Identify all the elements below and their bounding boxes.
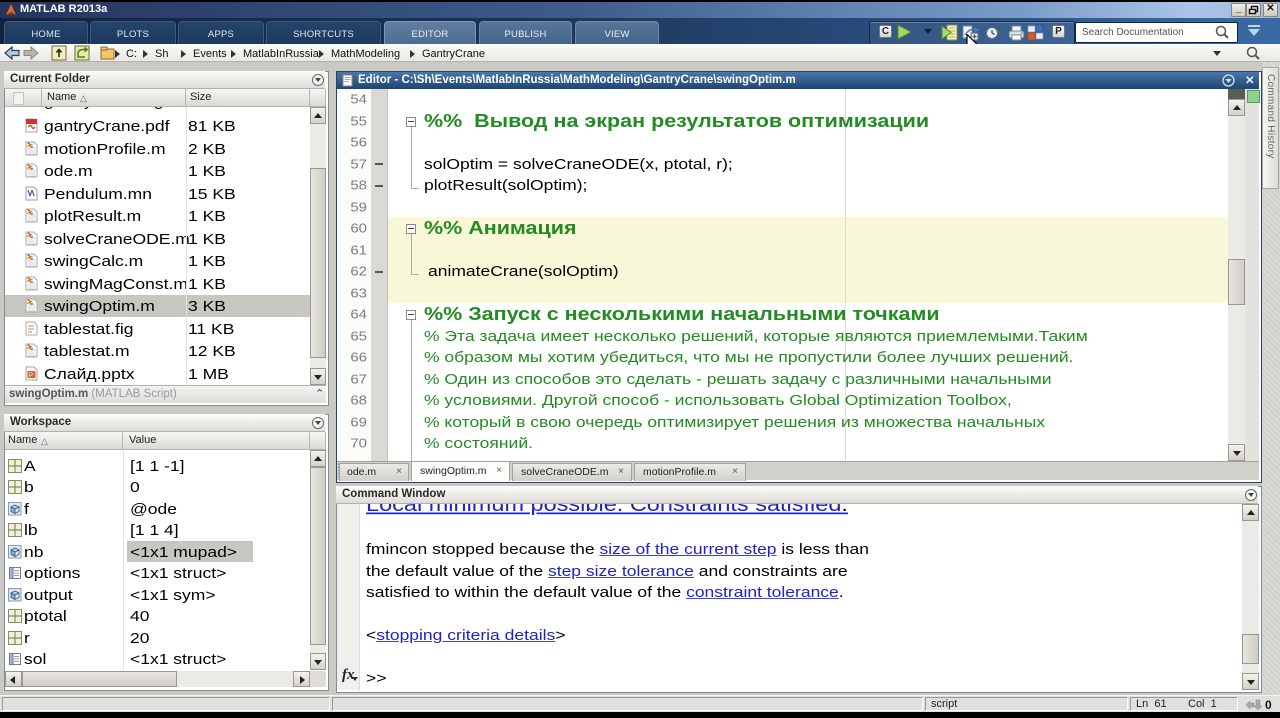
svg-text:P: P bbox=[29, 373, 33, 379]
